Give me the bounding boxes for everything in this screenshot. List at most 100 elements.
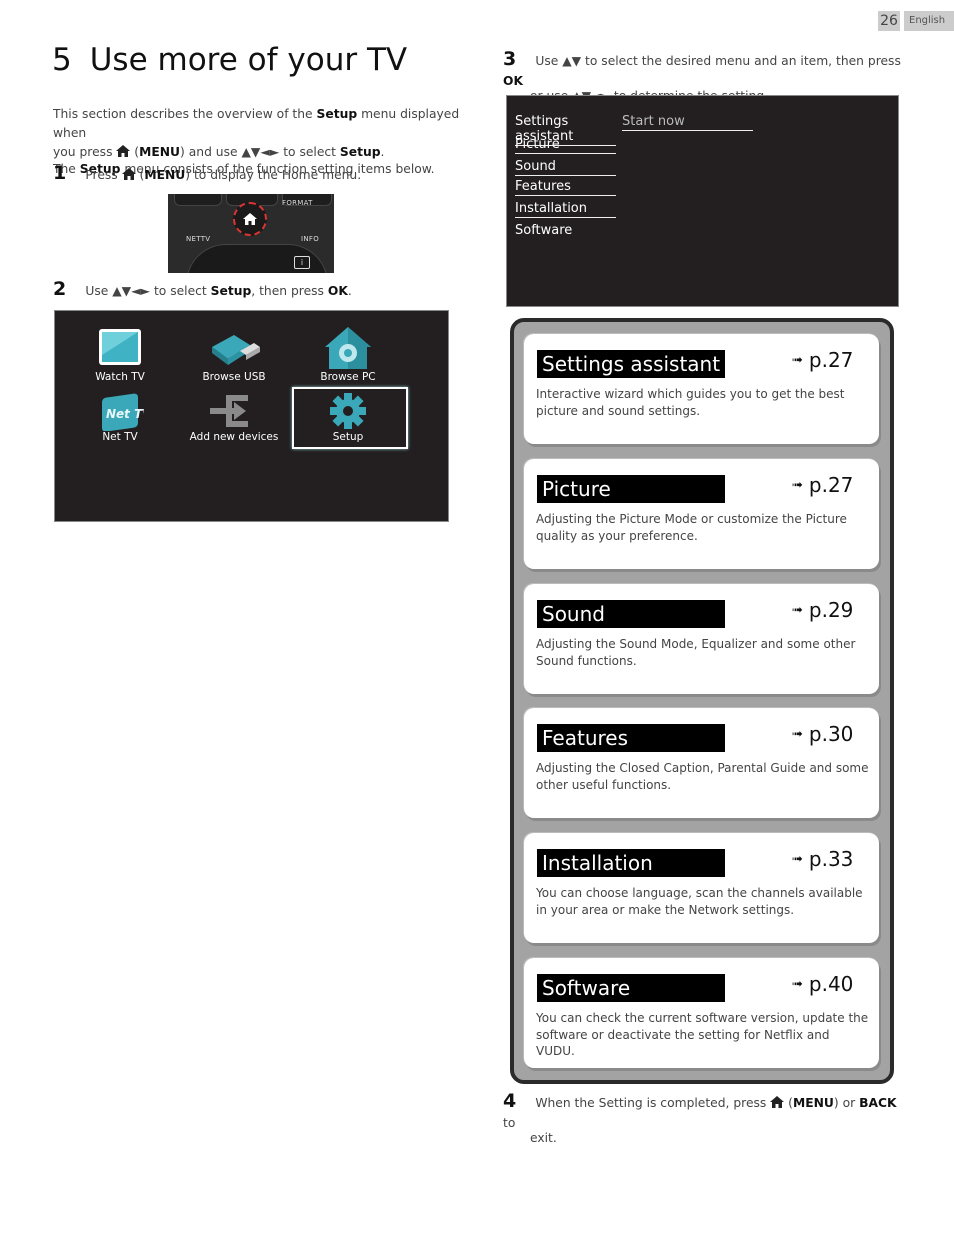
format-label: FORMAT — [282, 199, 313, 207]
page-ref-text: p.29 — [808, 598, 854, 622]
setup-items-panel: Settings assistant ➟ p.27 Interactive wiz… — [510, 318, 894, 1084]
home-item-browse-usb[interactable]: Browse USB — [179, 325, 289, 383]
home-icon — [770, 1096, 784, 1108]
nettv-label: NETTV — [186, 235, 211, 243]
step-number: 4 — [503, 1090, 517, 1112]
section-number: 5 — [52, 42, 72, 78]
step-2: 2 Use ▲▼◄► to select Setup, then press O… — [53, 278, 352, 300]
info-label: INFO — [301, 235, 320, 243]
remote-control-image: FORMAT NETTV INFO i — [168, 194, 334, 273]
card-description: You can choose language, scan the channe… — [536, 886, 863, 917]
home-icon — [122, 168, 136, 180]
step-number: 1 — [53, 162, 67, 184]
settings-item-sound[interactable]: Sound — [515, 159, 616, 176]
nettv-icon: Net TV — [102, 393, 144, 431]
arrow-right-icon: ➟ — [792, 977, 803, 992]
text: Use ▲▼◄► to select — [85, 284, 211, 298]
page-ref-text: p.33 — [808, 847, 854, 871]
page-ref-text: p.30 — [808, 722, 854, 746]
card-description: Interactive wizard which guides you to g… — [536, 387, 845, 418]
step-number: 3 — [503, 48, 517, 70]
settings-item-picture[interactable]: Picture — [515, 137, 616, 154]
home-item-label: Setup — [332, 431, 364, 443]
page-title: 5 Use more of your TV — [52, 42, 407, 78]
card-title: Software — [537, 974, 725, 1002]
text: When the Setting is completed, press — [535, 1096, 771, 1110]
card-description: You can check the current software versi… — [536, 1011, 869, 1058]
step-text: When the Setting is completed, press (ME… — [503, 1096, 897, 1130]
card-title: Installation — [537, 849, 725, 877]
card-installation: Installation ➟ p.33 You can choose langua… — [524, 833, 879, 943]
text: , then press — [251, 284, 328, 298]
settings-item-software[interactable]: Software — [515, 223, 616, 239]
card-settings-assistant: Settings assistant ➟ p.27 Interactive wiz… — [524, 334, 879, 444]
home-network-icon — [325, 327, 371, 369]
ok-bold: OK — [503, 74, 523, 88]
step-text: Use ▲▼ to select the desired menu and an… — [503, 54, 901, 88]
home-item-label: Browse PC — [320, 371, 376, 383]
ok-bold: OK — [327, 284, 348, 298]
settings-item-features[interactable]: Features — [515, 179, 616, 196]
intro-text: . — [380, 145, 385, 159]
intro-setup-bold: Setup — [339, 145, 381, 159]
text: ) to display the Home menu. — [185, 168, 362, 182]
card-software: Software ➟ p.40 You can check the current… — [524, 958, 879, 1068]
page-reference: ➟ p.27 — [792, 348, 853, 372]
home-item-label: Add new devices — [189, 431, 279, 443]
intro-text: you press — [53, 145, 117, 159]
section-title: Use more of your TV — [89, 42, 408, 78]
tv-icon — [99, 329, 141, 365]
home-item-setup[interactable]: Setup — [293, 391, 403, 443]
page-reference: ➟ p.33 — [792, 847, 853, 871]
page-reference: ➟ p.40 — [792, 972, 853, 996]
card-title: Settings assistant — [537, 350, 725, 378]
card-sound: Sound ➟ p.29 Adjusting the Sound Mode, Eq… — [524, 584, 879, 694]
usb-icon — [212, 335, 260, 365]
menu-bold: MENU — [139, 145, 181, 159]
text: to — [503, 1116, 516, 1130]
settings-menu-screen: Settings assistant Start now Picture Sou… — [506, 95, 899, 307]
card-title: Picture — [537, 475, 725, 503]
page-ref-text: p.27 — [808, 348, 854, 372]
home-item-net-tv[interactable]: Net TV Net TV — [65, 391, 175, 443]
text: . — [347, 284, 352, 298]
arrow-right-icon: ➟ — [792, 478, 803, 493]
step-text: Press (MENU) to display the Home menu. — [85, 168, 361, 182]
text: ) or — [833, 1096, 860, 1110]
arrow-right-icon: ➟ — [792, 852, 803, 867]
info-icon: i — [294, 256, 310, 269]
step-4: 4 When the Setting is completed, press (… — [503, 1090, 903, 1145]
home-icon — [243, 213, 257, 225]
card-picture: Picture ➟ p.27 Adjusting the Picture Mode… — [524, 459, 879, 569]
card-title: Sound — [537, 600, 725, 628]
remote-button — [174, 194, 222, 206]
home-icon — [116, 145, 130, 157]
remote-home-button — [233, 202, 267, 236]
home-item-watch-tv[interactable]: Watch TV — [65, 325, 175, 383]
input-icon — [210, 395, 248, 427]
gear-icon — [330, 393, 366, 429]
intro-setup-bold: Setup — [316, 107, 358, 121]
home-item-add-new-devices[interactable]: Add new devices — [179, 391, 289, 443]
intro-text: This section describes the overview of t… — [53, 107, 317, 121]
step-1: 1 Press (MENU) to display the Home menu. — [53, 162, 361, 184]
text: Press — [85, 168, 122, 182]
page-ref-text: p.40 — [808, 972, 854, 996]
text: Use ▲▼ to select the desired menu and an… — [535, 54, 901, 68]
home-item-label: Browse USB — [202, 371, 266, 383]
card-description: Adjusting the Picture Mode or customize … — [536, 512, 847, 543]
arrow-right-icon: ➟ — [792, 353, 803, 368]
step-number: 2 — [53, 278, 67, 300]
intro-text: ) and use ▲▼◄► to select — [180, 145, 340, 159]
page-reference: ➟ p.27 — [792, 473, 853, 497]
page-ref-text: p.27 — [808, 473, 854, 497]
arrow-right-icon: ➟ — [792, 603, 803, 618]
home-item-browse-pc[interactable]: Browse PC — [293, 325, 403, 383]
step-text: exit. — [530, 1131, 557, 1145]
menu-bold: MENU — [144, 168, 186, 182]
settings-value-start-now[interactable]: Start now — [622, 114, 753, 131]
settings-item-installation[interactable]: Installation — [515, 201, 616, 218]
svg-text:Net TV: Net TV — [106, 407, 144, 421]
page-reference: ➟ p.29 — [792, 598, 853, 622]
card-title: Features — [537, 724, 725, 752]
